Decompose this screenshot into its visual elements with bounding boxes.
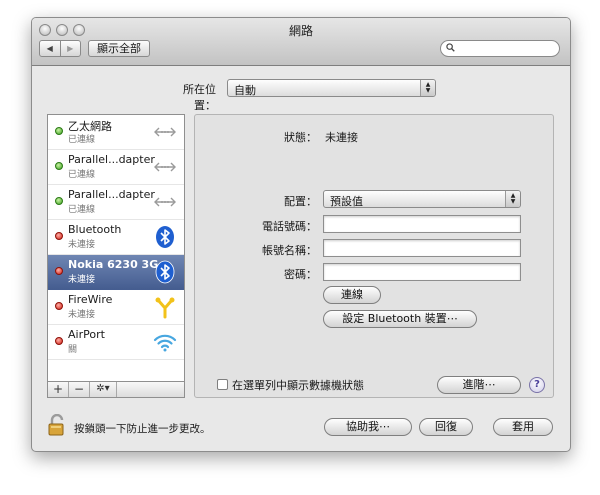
ethernet-icon <box>154 162 176 172</box>
list-item[interactable]: Nokia 6230 3G 未連接 <box>48 255 184 290</box>
status-dot-red-icon <box>55 302 63 310</box>
assist-me-button[interactable]: 協助我⋯ <box>324 418 412 436</box>
list-item[interactable]: 乙太網路 已連線 <box>48 115 184 150</box>
window-title: 網路 <box>288 24 313 38</box>
status-dot-green-icon <box>55 162 63 170</box>
title-bar: 網路 ◀ ▶ 顯示全部 <box>32 18 570 66</box>
list-item[interactable]: Bluetooth 未連接 <box>48 220 184 255</box>
status-dot-green-icon <box>55 127 63 135</box>
status-dot-green-icon <box>55 197 63 205</box>
network-preferences-window: 網路 ◀ ▶ 顯示全部 所在位置： 自動 ▲ ▼ 乙太網路 已連線 Parall… <box>31 17 571 452</box>
setup-bluetooth-device-button[interactable]: 設定 Bluetooth 裝置⋯ <box>323 310 477 328</box>
account-name-field[interactable] <box>323 239 521 257</box>
revert-button[interactable]: 回復 <box>419 418 473 436</box>
gear-icon[interactable]: ✲▾ <box>90 382 117 397</box>
show-modem-status-checkbox[interactable] <box>217 379 228 390</box>
service-name: AirPort <box>68 328 105 341</box>
status-label: 狀態： <box>284 131 317 144</box>
search-field[interactable] <box>440 40 560 57</box>
lock-instruction-text: 按鎖頭一下防止進一步更改。 <box>74 423 211 435</box>
bluetooth-icon <box>155 260 175 284</box>
ethernet-icon <box>154 197 176 207</box>
lock-icon[interactable] <box>47 414 67 436</box>
service-name: Nokia 6230 3G <box>68 258 159 271</box>
location-value: 自動 <box>234 84 256 97</box>
back-arrow-icon[interactable]: ◀ <box>40 41 60 56</box>
status-dot-red-icon <box>55 232 63 240</box>
configuration-popup[interactable]: 預設值 ▲ ▼ <box>323 190 521 208</box>
service-name: Parallel...dapter <box>68 153 155 166</box>
account-name-label: 帳號名稱： <box>262 244 317 257</box>
popup-arrows-icon: ▲ ▼ <box>505 191 520 207</box>
location-label: 所在位置： <box>183 83 216 112</box>
configuration-label: 配置： <box>284 195 317 208</box>
show-modem-status-label: 在選單列中顯示數據機狀態 <box>232 379 364 392</box>
service-status: 已連線 <box>68 205 96 215</box>
service-detail-panel: 狀態： 未連接 配置： 預設值 ▲ ▼ 電話號碼： 帳號名稱： 密碼： 連線 設定… <box>194 114 554 398</box>
configuration-value: 預設值 <box>330 195 363 208</box>
password-label: 密碼： <box>284 268 317 281</box>
show-all-button[interactable]: 顯示全部 <box>88 40 150 57</box>
search-icon <box>446 43 455 52</box>
password-field[interactable] <box>323 263 521 281</box>
airport-icon <box>153 334 177 352</box>
list-item[interactable]: Parallel...dapter 已連線 <box>48 150 184 185</box>
remove-service-button[interactable]: − <box>69 382 90 397</box>
phone-number-field[interactable] <box>323 215 521 233</box>
service-name: Bluetooth <box>68 223 122 236</box>
popup-arrows-icon: ▲ ▼ <box>420 80 435 96</box>
connect-button[interactable]: 連線 <box>323 286 381 304</box>
status-dot-red-icon <box>55 337 63 345</box>
list-item[interactable]: AirPort 關 <box>48 325 184 360</box>
advanced-button[interactable]: 進階⋯ <box>437 376 521 394</box>
status-dot-red-icon <box>55 267 63 275</box>
service-name: Parallel...dapter <box>68 188 155 201</box>
service-status: 未連接 <box>68 275 96 285</box>
bluetooth-icon <box>156 226 174 248</box>
service-list-toolbar: + − ✲▾ <box>47 382 185 398</box>
service-status: 已連線 <box>68 170 96 180</box>
back-forward-control: ◀ ▶ <box>39 40 81 57</box>
service-status: 未連接 <box>68 310 96 320</box>
phone-number-label: 電話號碼： <box>262 220 317 233</box>
apply-button[interactable]: 套用 <box>493 418 553 436</box>
service-name: FireWire <box>68 293 113 306</box>
firewire-icon <box>155 297 175 319</box>
status-value: 未連接 <box>325 131 358 144</box>
service-status: 未連接 <box>68 240 96 250</box>
list-item[interactable]: FireWire 未連接 <box>48 290 184 325</box>
forward-arrow-icon[interactable]: ▶ <box>59 41 81 56</box>
service-status: 已連線 <box>68 135 96 145</box>
list-item[interactable]: Parallel...dapter 已連線 <box>48 185 184 220</box>
ethernet-icon <box>154 127 176 137</box>
add-service-button[interactable]: + <box>48 382 69 397</box>
location-popup[interactable]: 自動 ▲ ▼ <box>227 79 436 97</box>
service-list: 乙太網路 已連線 Parallel...dapter 已連線 Parallel.… <box>47 114 185 382</box>
service-status: 關 <box>68 345 78 355</box>
help-button[interactable]: ? <box>529 377 545 393</box>
